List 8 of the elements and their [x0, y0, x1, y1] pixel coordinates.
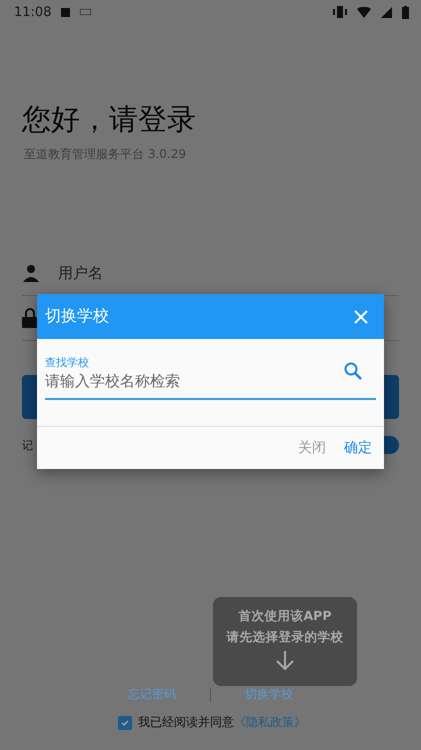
tooltip-text: 首次使用该APP — [238, 607, 332, 625]
agreement-text: 我已经阅读并同意《隐私政策》 — [138, 714, 306, 731]
page-title: 您好，请登录 — [22, 101, 197, 138]
status-time: 11:08 — [14, 4, 52, 20]
search-label: 查找学校 — [45, 355, 90, 370]
remember-label: 记 — [22, 438, 33, 452]
dialog-title: 切换学校 — [45, 306, 109, 327]
tooltip-text: 请先选择登录的学校 — [226, 628, 344, 646]
